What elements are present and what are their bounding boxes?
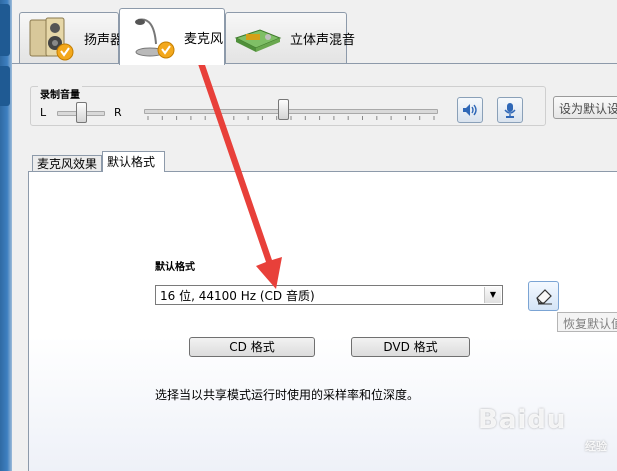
watermark-brand: Baidu: [478, 405, 567, 435]
speaker-icon: [26, 16, 78, 62]
format-select[interactable]: 16 位, 44100 Hz (CD 音质) ▼: [155, 285, 503, 305]
volume-track: [144, 109, 438, 114]
edge-tab: [0, 66, 10, 106]
balance-slider[interactable]: [76, 102, 87, 123]
tab-stereo-mix-label: 立体声混音: [290, 33, 356, 48]
watermark-sub: 经验: [585, 440, 607, 453]
eraser-icon: [535, 289, 552, 305]
balance-left-label: L: [40, 106, 47, 119]
speaker-volume-button[interactable]: [457, 97, 483, 123]
microphone-icon: [126, 14, 178, 60]
microphone-mute-icon: [504, 103, 516, 118]
format-description: 选择当以共享模式运行时使用的采样率和位深度。: [155, 388, 420, 402]
volume-slider[interactable]: [278, 99, 289, 120]
restore-default-tooltip: 恢复默认值: [557, 312, 617, 332]
microphone-mute-button[interactable]: [497, 97, 523, 123]
set-default-button[interactable]: 设为默认设: [553, 96, 617, 119]
tab-speaker[interactable]: 扬声器: [19, 12, 123, 64]
baidu-watermark: Baidu 经验: [478, 405, 613, 457]
stereo-mix-icon: [232, 16, 284, 62]
tab-default-format[interactable]: 默认格式: [102, 151, 165, 172]
tab-microphone[interactable]: 麦克风: [119, 8, 225, 65]
tab-mic-effects[interactable]: 麦克风效果: [32, 155, 102, 172]
tab-microphone-label: 麦克风: [184, 31, 224, 47]
tab-speaker-label: 扬声器: [84, 33, 124, 48]
format-select-value: 16 位, 44100 Hz (CD 音质): [160, 289, 315, 303]
window-edge: [0, 0, 12, 471]
restore-default-button[interactable]: [528, 281, 559, 311]
balance-right-label: R: [114, 106, 122, 119]
chevron-down-icon: ▼: [484, 287, 501, 303]
recording-volume-title: 录制音量: [38, 86, 82, 101]
dvd-format-button[interactable]: DVD 格式: [351, 337, 470, 357]
default-format-label: 默认格式: [155, 262, 195, 273]
speaker-volume-icon: [463, 104, 477, 116]
volume-ticks: [147, 116, 435, 120]
cd-format-button[interactable]: CD 格式: [189, 337, 315, 357]
tab-stereo-mix[interactable]: 立体声混音: [225, 12, 355, 64]
tab-divider: [12, 63, 617, 64]
edge-tab: [0, 4, 10, 56]
